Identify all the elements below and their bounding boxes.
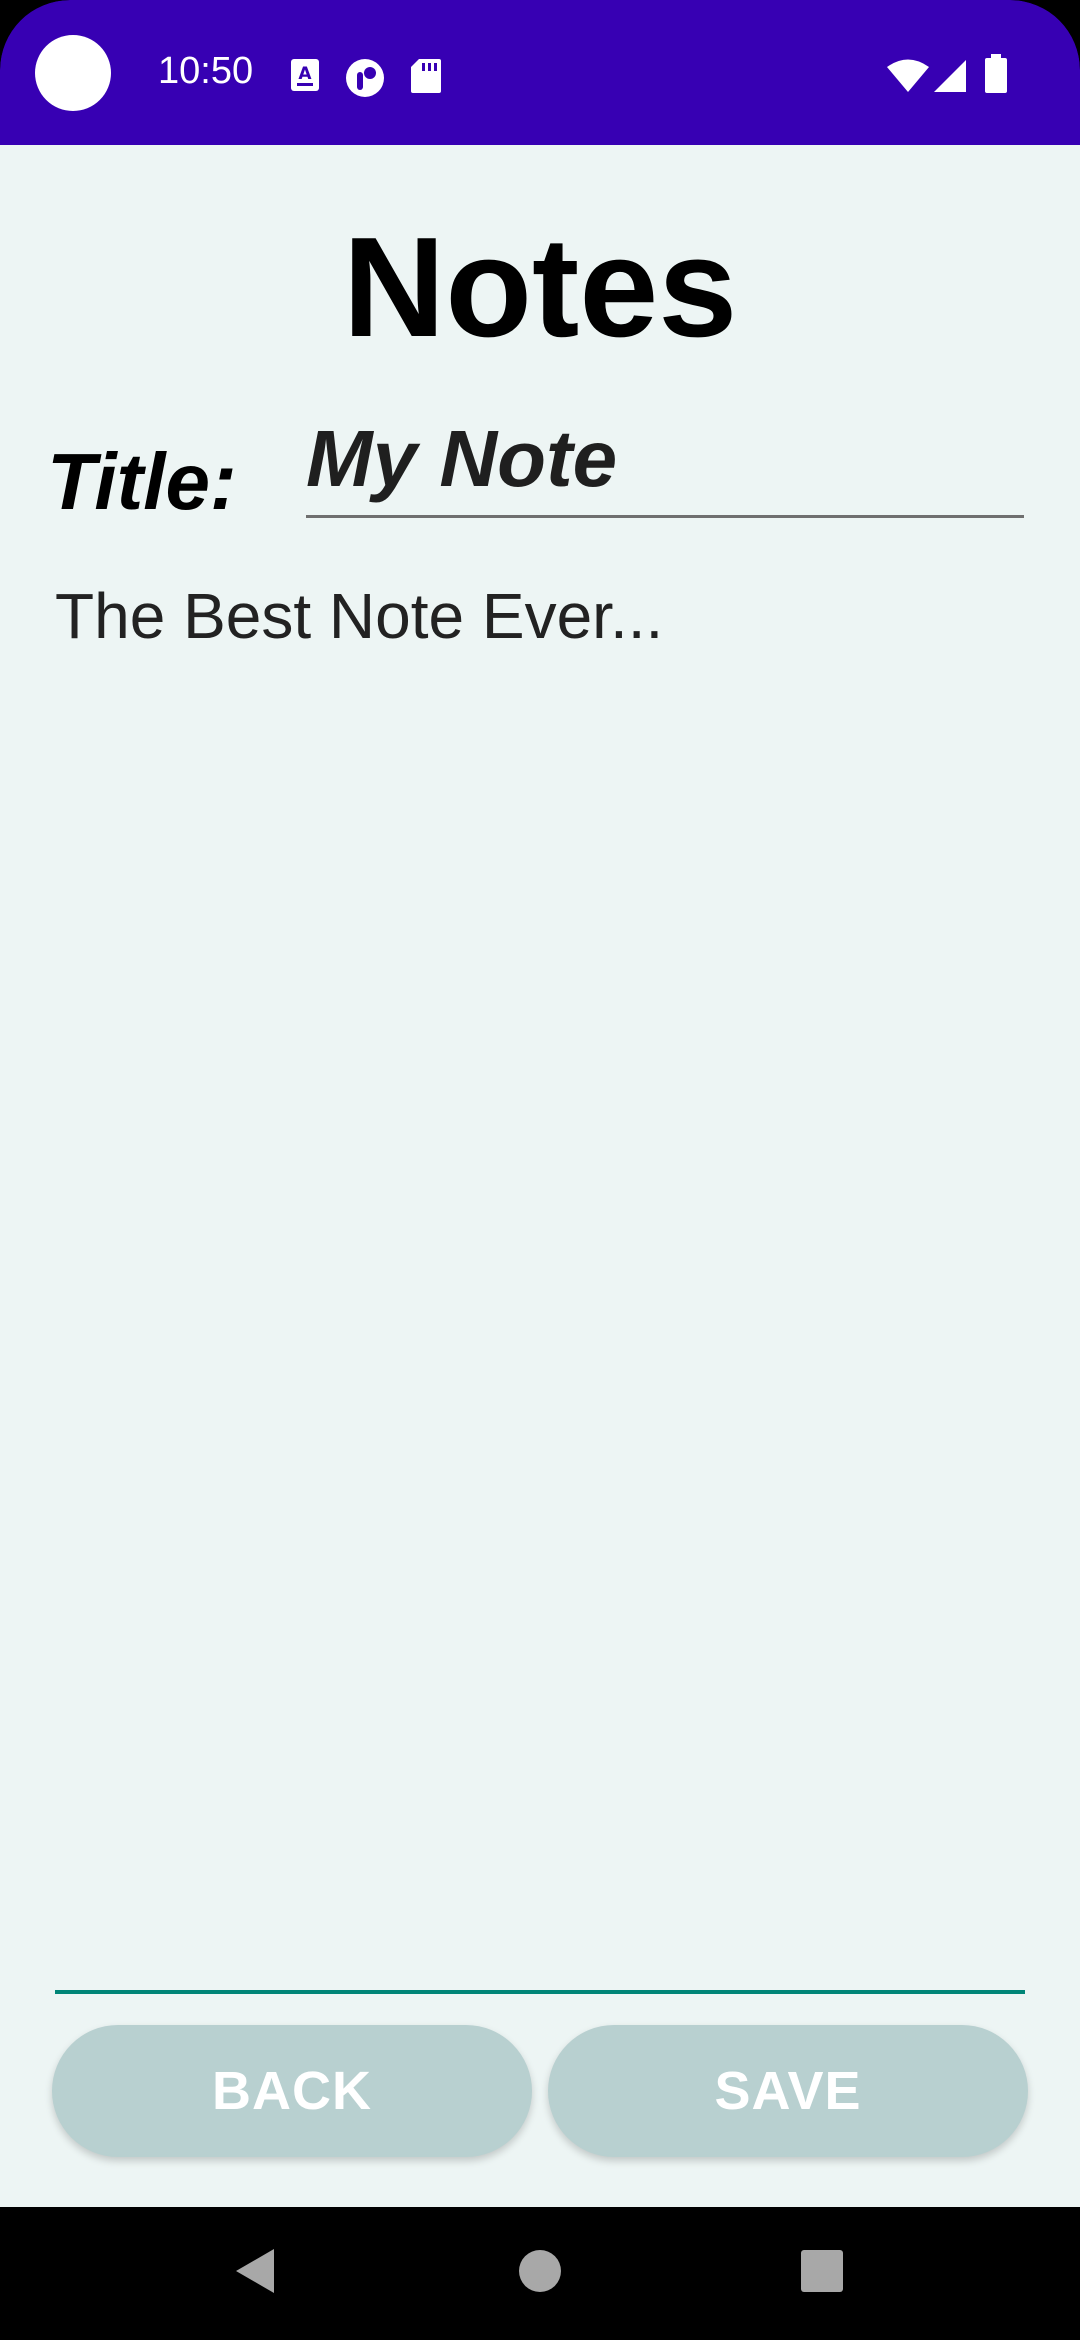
app-notification-icon xyxy=(346,59,384,97)
back-triangle-icon[interactable] xyxy=(234,2247,276,2295)
status-time: 10:50 xyxy=(158,50,254,92)
back-button[interactable]: BACK xyxy=(52,2025,532,2157)
title-input[interactable]: My Note xyxy=(306,415,1024,518)
camera-cutout xyxy=(35,35,111,111)
a-notification-icon: A xyxy=(291,59,319,91)
navigation-bar xyxy=(0,2207,1080,2340)
wifi-icon xyxy=(887,59,929,92)
note-editor: Notes Title: My Note The Best Note Ever.… xyxy=(0,145,1080,2207)
battery-icon xyxy=(985,54,1007,93)
recents-square-icon[interactable] xyxy=(800,2249,844,2293)
title-input-value: My Note xyxy=(306,414,618,503)
cell-signal-icon xyxy=(934,60,966,92)
phone-screen: 10:50 A Notes Title: My Note The Best No… xyxy=(0,0,1080,2340)
note-body-input[interactable]: The Best Note Ever... xyxy=(55,578,1025,1994)
status-bar: 10:50 A xyxy=(0,0,1080,145)
note-body-value: The Best Note Ever... xyxy=(55,580,664,652)
save-button[interactable]: SAVE xyxy=(548,2025,1028,2157)
title-label: Title: xyxy=(47,437,237,526)
sd-card-icon xyxy=(411,59,441,93)
svg-text:A: A xyxy=(298,64,312,84)
page-title: Notes xyxy=(342,208,738,367)
home-circle-icon[interactable] xyxy=(518,2249,562,2293)
